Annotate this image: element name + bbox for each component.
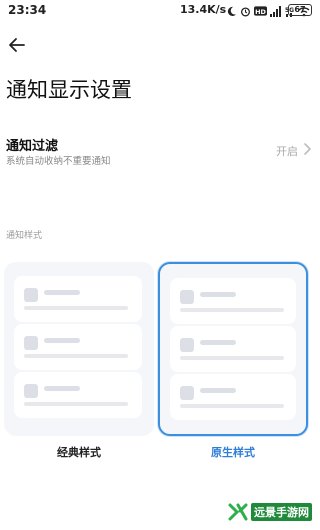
x-logo-icon xyxy=(228,503,248,521)
preview-notification xyxy=(14,324,142,370)
preview-notification xyxy=(14,372,142,418)
preview-notification xyxy=(14,276,142,322)
watermark-text: 远景手游网 xyxy=(251,503,312,521)
hd-icon: HD xyxy=(254,6,267,16)
preview-notification xyxy=(170,278,296,324)
preview-icon xyxy=(24,336,38,350)
notification-filter-row[interactable]: 通知过滤 系统自动收纳不重要通知 开启 xyxy=(0,128,320,172)
preview-icon xyxy=(24,384,38,398)
notification-filter-title: 通知过滤 xyxy=(6,139,59,154)
preview-notification xyxy=(170,326,296,372)
status-bar: 23:34 13.4K/s HD 5G 67 xyxy=(0,0,320,22)
notification-filter-value: 开启 xyxy=(276,145,298,158)
chevron-right-icon xyxy=(304,143,311,155)
classic-style-label[interactable]: 经典样式 xyxy=(4,444,154,460)
signal-icon xyxy=(270,5,281,17)
arrow-left-icon xyxy=(9,38,25,52)
classic-style-option[interactable] xyxy=(4,262,154,436)
notification-filter-description: 系统自动收纳不重要通知 xyxy=(6,156,111,167)
svg-text:HD: HD xyxy=(255,8,266,16)
back-button[interactable] xyxy=(6,34,28,56)
preview-notification xyxy=(170,374,296,420)
moon-icon xyxy=(227,6,237,16)
watermark-logo: 远景手游网 xyxy=(228,494,320,530)
page-title: 通知显示设置 xyxy=(6,78,132,102)
network-speed: 13.4K/s xyxy=(180,3,227,16)
preview-icon xyxy=(180,290,194,304)
native-style-label[interactable]: 原生样式 xyxy=(158,444,308,460)
preview-icon xyxy=(24,288,38,302)
notification-style-label: 通知样式 xyxy=(6,231,43,241)
preview-icon xyxy=(180,386,194,400)
native-style-option[interactable] xyxy=(158,262,308,436)
alarm-icon xyxy=(241,6,250,16)
status-time: 23:34 xyxy=(8,3,47,17)
battery-icon: 67 xyxy=(288,4,312,16)
preview-icon xyxy=(180,338,194,352)
